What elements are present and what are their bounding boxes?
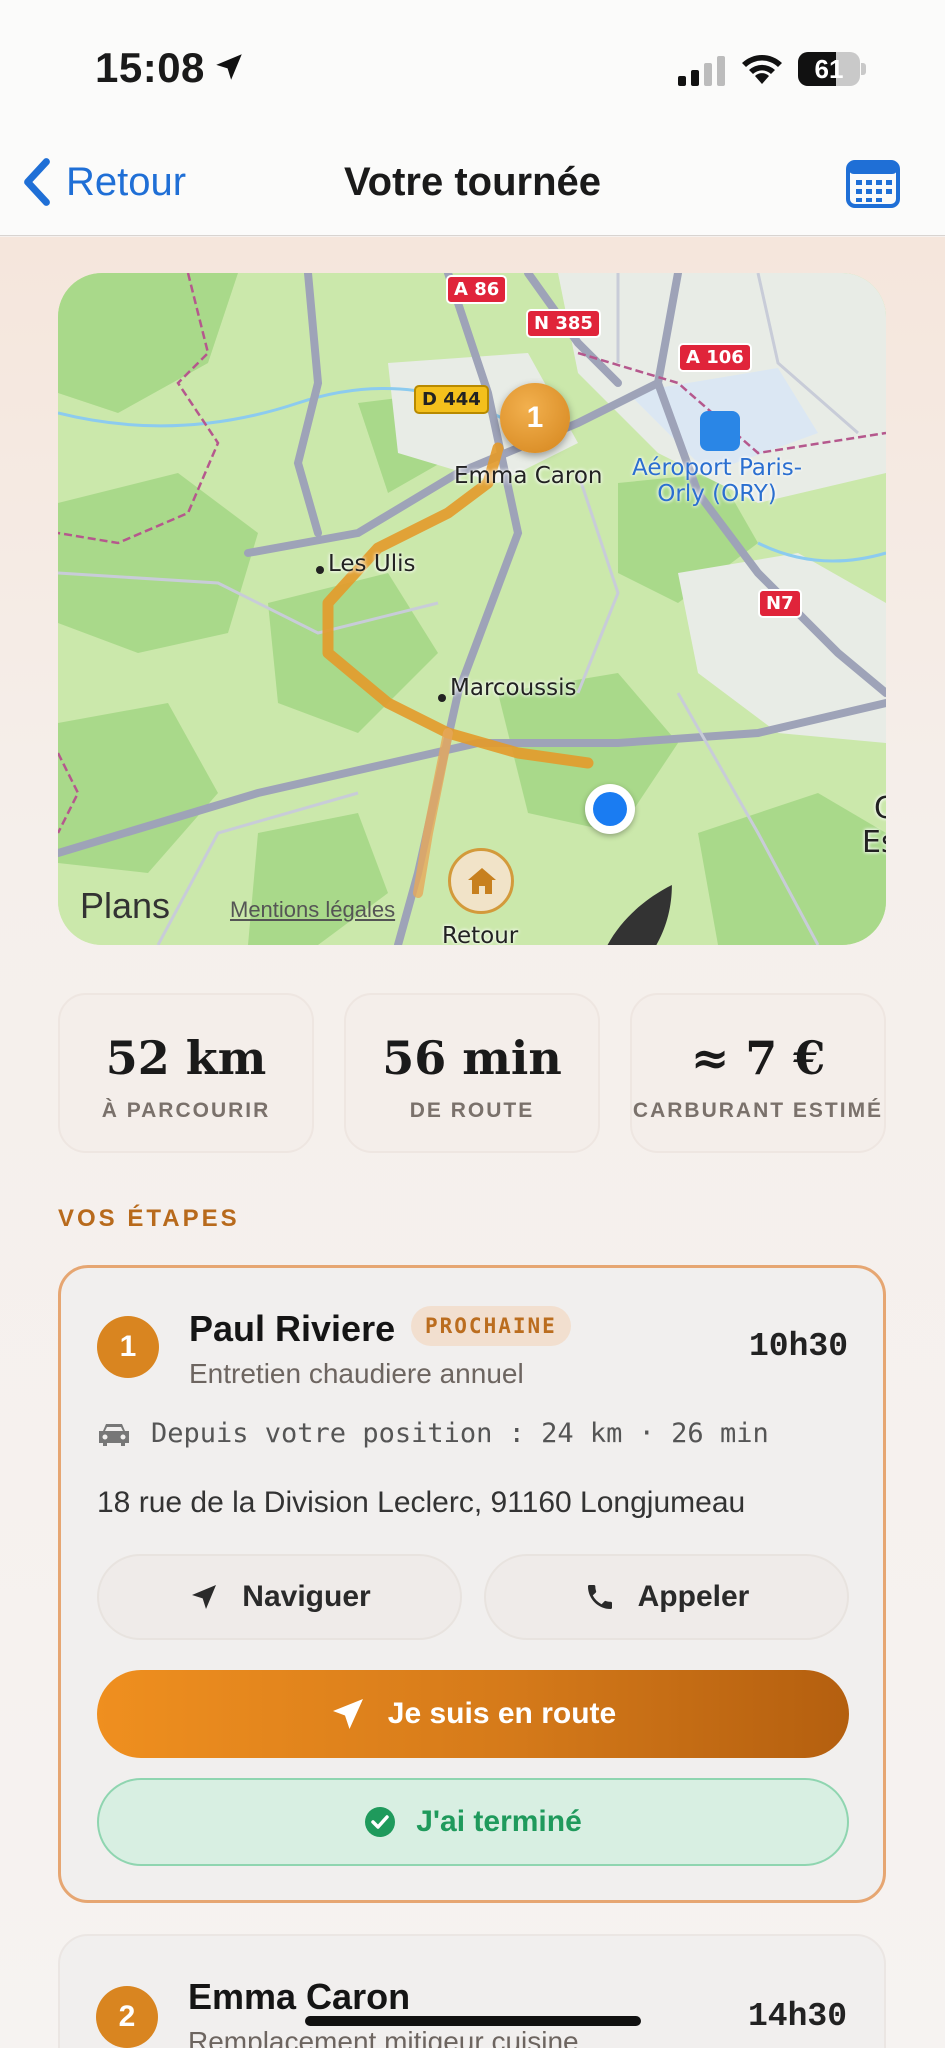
distance-text: Depuis votre position : 24 km · 26 min — [151, 1418, 769, 1449]
call-button[interactable]: Appeler — [484, 1554, 849, 1640]
navigate-button[interactable]: Naviguer — [97, 1554, 462, 1640]
stop-time: 14h30 — [748, 1998, 848, 2035]
home-indicator — [305, 2016, 641, 2026]
map-label-marcoussis: Marcoussis — [450, 675, 577, 701]
service-description: Remplacement mitigeur cuisine — [188, 2026, 579, 2048]
stat-fuel-value: ≈ 7 € — [690, 1031, 826, 1085]
distance-row: Depuis votre position : 24 km · 26 min — [97, 1418, 769, 1449]
client-name: Paul Riviere — [189, 1308, 396, 1349]
stop-number-badge: 1 — [97, 1316, 159, 1378]
check-circle-icon — [365, 1807, 396, 1837]
map-label-edge: C — [874, 791, 886, 826]
wifi-icon — [742, 55, 782, 84]
navigation-bar: Retour Votre tournée — [0, 130, 945, 236]
paper-plane-icon — [332, 1699, 363, 1729]
service-description: Entretien chaudiere annuel — [189, 1358, 524, 1389]
section-title-steps: VOS ÉTAPES — [58, 1205, 240, 1232]
stop-time: 10h30 — [749, 1328, 849, 1365]
status-time: 15:08 — [95, 44, 205, 91]
stat-fuel-label: CARBURANT ESTIMÉ — [632, 1099, 884, 1122]
stat-distance-label: À PARCOURIR — [101, 1099, 271, 1122]
road-shield-a106: A 106 — [678, 343, 752, 372]
map-label-edge2: Es — [862, 825, 886, 860]
map-label-airport: Aéroport Paris- Orly (ORY) — [632, 455, 803, 507]
road-shield-d444: D 444 — [414, 385, 489, 414]
road-shield-n385: N 385 — [526, 309, 601, 338]
legal-notice-link[interactable]: Mentions légales — [230, 897, 395, 923]
navigation-arrow-icon — [192, 1585, 217, 1609]
current-location-dot — [585, 784, 635, 834]
map-label-ulis: Les Ulis — [328, 551, 416, 577]
stat-distance-value: 52 km — [105, 1031, 267, 1085]
finished-button[interactable]: J'ai terminé — [97, 1778, 849, 1866]
stop-card[interactable]: 2 Emma Caron 14h30 Remplacement mitigeur… — [58, 1934, 886, 2048]
page-title: Votre tournée — [343, 160, 602, 204]
stop-pin-1[interactable]: 1 — [500, 383, 570, 453]
battery-percent: 61 — [814, 54, 844, 84]
stat-duration-value: 56 min — [382, 1031, 562, 1085]
cellular-signal-icon — [678, 56, 725, 86]
stop-card: 1 Paul Riviere PROCHAINE 10h30 Entretien… — [58, 1265, 886, 1903]
apple-logo-icon — [607, 885, 672, 945]
stop-address: 18 rue de la Division Leclerc, 91160 Lon… — [97, 1486, 746, 1519]
road-shield-a86: A 86 — [446, 275, 508, 304]
route-map[interactable]: A 86 N 385 A 106 D 444 N7 Emma Caron Les… — [58, 273, 886, 945]
calendar-icon[interactable] — [846, 158, 900, 208]
phone-icon — [587, 1585, 612, 1609]
status-bar: 15:08 61 — [0, 0, 945, 130]
battery-icon: 61 — [798, 52, 866, 86]
en-route-button[interactable]: Je suis en route — [97, 1670, 849, 1758]
airport-icon — [700, 411, 740, 451]
apple-maps-logo: Plans — [80, 885, 672, 945]
stat-duration-label: DE ROUTE — [409, 1099, 535, 1122]
stat-distance: 52 km À PARCOURIR — [58, 993, 314, 1153]
car-icon — [99, 1423, 129, 1446]
stop-number-badge: 2 — [96, 1986, 158, 2048]
stat-fuel: ≈ 7 € CARBURANT ESTIMÉ — [630, 993, 886, 1153]
client-name: Emma Caron — [188, 1976, 411, 2017]
location-arrow-icon — [216, 54, 242, 80]
next-badge: PROCHAINE — [411, 1306, 571, 1346]
stat-duration: 56 min DE ROUTE — [344, 993, 600, 1153]
map-label-emma: Emma Caron — [454, 463, 603, 489]
